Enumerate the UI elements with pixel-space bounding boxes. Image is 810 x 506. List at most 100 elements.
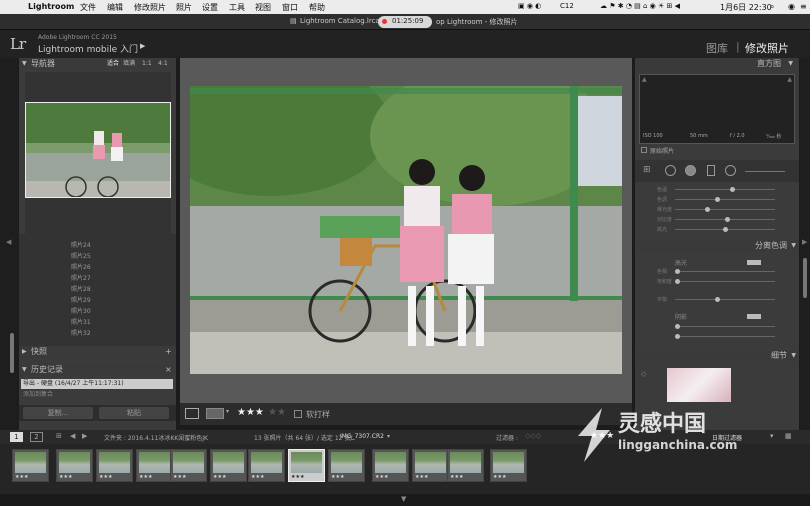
- saturation-slider[interactable]: [675, 279, 775, 284]
- folder-source[interactable]: 文件夹 : 2016.4.11冰冰KK闺蜜粉色JK: [104, 433, 208, 442]
- filmstrip-thumbnail[interactable]: ★★★: [248, 449, 285, 482]
- screen-2-button[interactable]: 2: [30, 432, 43, 442]
- filmstrip-thumbnail[interactable]: ★★★: [372, 449, 409, 482]
- history-item[interactable]: 添加到集合: [21, 390, 173, 400]
- dropdown-icon[interactable]: ▾: [226, 408, 229, 415]
- paste-button[interactable]: 粘贴: [99, 407, 169, 419]
- zoom-fill[interactable]: 填满: [123, 58, 135, 70]
- before-after-icon[interactable]: [206, 408, 224, 419]
- star-rating[interactable]: ★★★: [237, 407, 264, 418]
- module-library[interactable]: 图库: [706, 40, 728, 56]
- balance-slider[interactable]: [675, 297, 775, 302]
- slider-knob[interactable]: [675, 269, 680, 274]
- highlight-clip-icon[interactable]: ▲: [787, 76, 792, 83]
- graduated-filter-icon[interactable]: [707, 165, 715, 176]
- menu-app[interactable]: Lightroom: [28, 2, 74, 11]
- crop-icon[interactable]: ⊞: [643, 165, 651, 175]
- folder-item[interactable]: 照片25: [71, 251, 91, 260]
- history-header[interactable]: ▼ 历史记录 ×: [19, 364, 176, 376]
- navigator-header[interactable]: ▼ 导航器 适合 填满 1:1 4:1: [19, 58, 176, 70]
- filmstrip-thumbnail[interactable]: ★★★: [136, 449, 173, 482]
- snapshots-header[interactable]: ▶ 快照 +: [19, 346, 176, 358]
- right-scrollbar[interactable]: [803, 258, 807, 298]
- hue-slider[interactable]: [675, 269, 775, 274]
- menu-photo[interactable]: 照片: [176, 2, 192, 13]
- zoom-fit[interactable]: 适合: [107, 58, 119, 70]
- filmstrip-thumbnail[interactable]: ★★★: [490, 449, 527, 482]
- folder-item[interactable]: 照片32: [71, 328, 91, 337]
- catalog-title[interactable]: Lightroom mobile 入门: [38, 42, 138, 55]
- clear-history-icon[interactable]: ×: [165, 364, 172, 376]
- star-rating-empty[interactable]: ★★: [268, 407, 286, 418]
- filmstrip-thumbnail[interactable]: ★★★: [447, 449, 484, 482]
- slider-knob[interactable]: [675, 324, 680, 329]
- copy-button[interactable]: 复制...: [23, 407, 93, 419]
- forward-icon[interactable]: ▶: [82, 432, 87, 440]
- histogram[interactable]: ▲ ▲ ISO 100 50 mm f / 2.0 ¹⁄₄₀₀ 秒: [639, 74, 795, 144]
- loupe-view-icon[interactable]: [185, 408, 199, 419]
- back-icon[interactable]: ◀: [70, 432, 75, 440]
- menu-edit[interactable]: 编辑: [107, 2, 123, 13]
- menu-develop[interactable]: 修改照片: [134, 2, 166, 13]
- histogram-header[interactable]: 直方图 ▼: [635, 58, 799, 70]
- menu-tools[interactable]: 工具: [229, 2, 245, 13]
- filmstrip-thumbnail[interactable]: ★★★: [96, 449, 133, 482]
- menu-view[interactable]: 视图: [255, 2, 271, 13]
- slider-knob[interactable]: [730, 187, 735, 192]
- file-name[interactable]: IMG_7307.CR2: [340, 433, 384, 440]
- grid-icon[interactable]: ⊞: [56, 432, 62, 440]
- menu-help[interactable]: 帮助: [309, 2, 325, 13]
- shadow-swatch[interactable]: [747, 314, 761, 319]
- detail-header[interactable]: 细节 ▼: [635, 350, 799, 362]
- slider-knob[interactable]: [723, 227, 728, 232]
- menu-list-icon[interactable]: ≡: [800, 2, 807, 11]
- play-icon[interactable]: ▶: [140, 42, 145, 50]
- folder-item[interactable]: 照片30: [71, 306, 91, 315]
- filter-stars[interactable]: ★★★: [590, 431, 614, 441]
- slider-knob[interactable]: [705, 207, 710, 212]
- slider-knob[interactable]: [675, 279, 680, 284]
- slider-knob[interactable]: [725, 217, 730, 222]
- slider-knob[interactable]: [675, 334, 680, 339]
- folder-item[interactable]: 照片27: [71, 273, 91, 282]
- slider-knob[interactable]: [715, 197, 720, 202]
- filename-dropdown-icon[interactable]: ▾: [387, 433, 390, 440]
- filmstrip-thumbnail[interactable]: ★★★: [328, 449, 365, 482]
- folder-item[interactable]: 照片28: [71, 284, 91, 293]
- folder-item[interactable]: 照片24: [71, 240, 91, 249]
- flag-filter-icons[interactable]: ◇◇◇: [525, 432, 541, 440]
- zoom-1-1[interactable]: 1:1: [142, 58, 152, 70]
- slider-track[interactable]: [675, 187, 775, 192]
- add-snapshot-icon[interactable]: +: [165, 346, 172, 358]
- original-photo-checkbox[interactable]: [641, 147, 647, 153]
- user-icon[interactable]: ◉: [788, 2, 795, 11]
- target-icon[interactable]: ◇: [641, 370, 646, 378]
- left-collapse-icon[interactable]: ◀: [6, 238, 11, 246]
- slider-track[interactable]: [675, 227, 775, 232]
- spot-removal-icon[interactable]: [665, 165, 676, 176]
- menu-file[interactable]: 文件: [80, 2, 96, 13]
- filmstrip-thumbnail[interactable]: ★★★: [210, 449, 247, 482]
- filmstrip-toggle-icon[interactable]: ▦: [785, 432, 792, 440]
- shadow-clip-icon[interactable]: ▲: [642, 76, 647, 83]
- module-develop[interactable]: 修改照片: [745, 40, 789, 56]
- history-item-selected[interactable]: 导出 - 硬盘 (16/4/27 上午11:17:31): [21, 379, 173, 389]
- filmstrip-thumbnail[interactable]: ★★★: [412, 449, 449, 482]
- bottom-collapse-icon[interactable]: ▼: [401, 495, 406, 503]
- folder-item[interactable]: 照片29: [71, 295, 91, 304]
- menu-settings[interactable]: 设置: [202, 2, 218, 13]
- slider-knob[interactable]: [715, 297, 720, 302]
- red-eye-icon[interactable]: [685, 165, 696, 176]
- left-scrollbar[interactable]: [10, 333, 14, 373]
- filmstrip-thumbnail[interactable]: ★★★: [288, 449, 325, 482]
- search-icon[interactable]: ⌕: [770, 2, 774, 12]
- slider-track[interactable]: [675, 217, 775, 222]
- detail-preview[interactable]: [667, 368, 731, 402]
- navigator-preview[interactable]: [25, 102, 171, 198]
- filmstrip-thumbnail[interactable]: ★★★: [56, 449, 93, 482]
- highlight-swatch[interactable]: [747, 260, 761, 265]
- zoom-4-1[interactable]: 4:1: [158, 58, 168, 70]
- right-collapse-icon[interactable]: ▶: [802, 238, 807, 246]
- split-tone-header[interactable]: 分离色调 ▼: [635, 240, 799, 252]
- brush-slider[interactable]: [745, 171, 785, 172]
